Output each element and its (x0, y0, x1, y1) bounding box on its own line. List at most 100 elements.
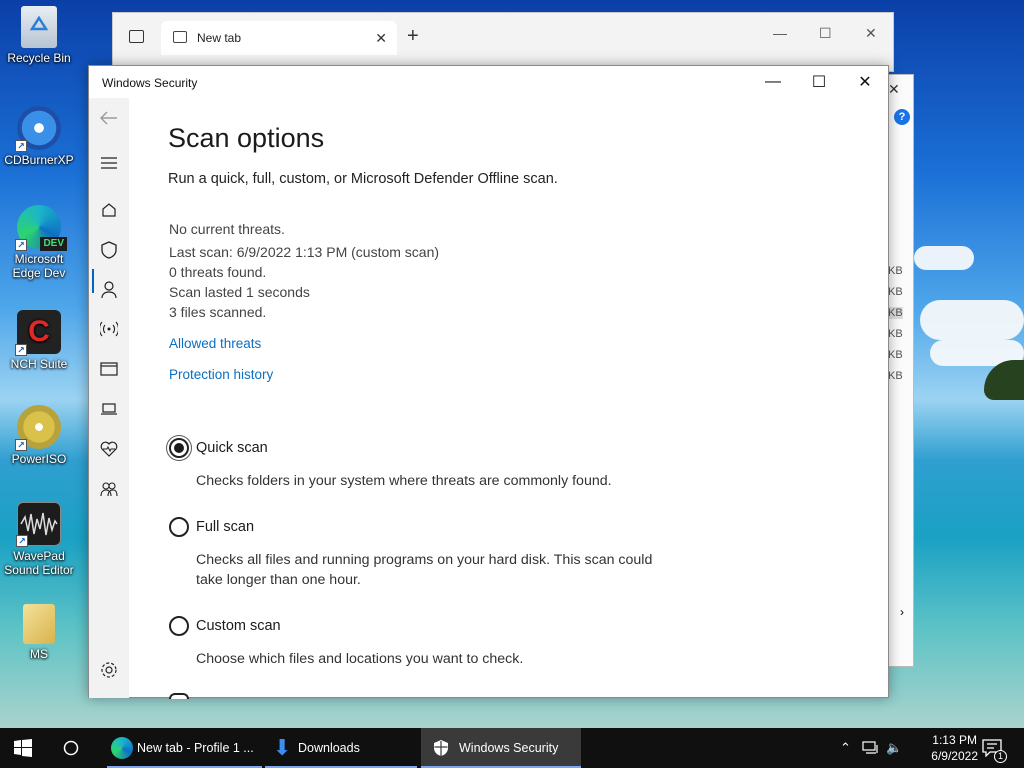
nch-suite-icon: C ↗ (15, 310, 61, 356)
window-title: Windows Security (102, 76, 198, 90)
allowed-threats-link[interactable]: Allowed threats (169, 336, 261, 351)
close-button[interactable]: ✕ (842, 66, 888, 98)
full-scan-radio[interactable] (169, 517, 189, 537)
quick-scan-radio[interactable] (169, 438, 189, 458)
volume-icon[interactable]: 🔈 (886, 728, 902, 768)
account-icon (101, 281, 117, 299)
sidebar (89, 98, 129, 698)
size-unit: KB (888, 349, 903, 361)
quick-scan-label[interactable]: Quick scan (196, 440, 268, 456)
taskbar: New tab - Profile 1 ... ⬇ Downloads Wind… (0, 728, 1024, 768)
island (984, 360, 1024, 400)
menu-icon (101, 157, 117, 169)
device-security-icon (101, 403, 117, 415)
desktop-icon-poweriso[interactable]: ↗ PowerISO (2, 405, 76, 466)
firewall-icon (100, 321, 118, 337)
task-label: Downloads (298, 741, 360, 755)
main-content: Scan options Run a quick, full, custom, … (168, 98, 868, 699)
family-icon (100, 482, 118, 497)
dev-badge: DEV (40, 237, 67, 251)
size-unit: KB (888, 307, 903, 319)
size-unit: KB (888, 286, 903, 298)
title-bar[interactable]: Windows Security — ☐ ✕ (89, 66, 888, 98)
desktop-icon-label: Recycle Bin (7, 51, 71, 65)
taskbar-task-edge[interactable]: New tab - Profile 1 ... (107, 728, 262, 768)
taskbar-task-windows-security[interactable]: Windows Security (421, 728, 581, 768)
desktop-icon-label: CDBurnerXP (4, 153, 74, 167)
maximize-icon[interactable]: ☐ (819, 25, 832, 42)
menu-button[interactable] (89, 148, 129, 178)
sidebar-item-app-browser[interactable] (89, 354, 129, 384)
health-icon (100, 441, 118, 457)
edge-dev-icon: DEV ↗ (15, 205, 67, 251)
status-line: No current threats. (169, 221, 285, 237)
windows-security-window[interactable]: Windows Security — ☐ ✕ Scan options Run … (88, 65, 889, 699)
windows-logo-icon (14, 739, 32, 757)
custom-scan-radio[interactable] (169, 616, 189, 636)
search-icon (63, 740, 79, 756)
full-scan-label[interactable]: Full scan (196, 519, 254, 535)
help-icon[interactable]: ? (894, 109, 910, 125)
notification-count: 1 (994, 750, 1007, 763)
offline-scan-radio[interactable] (169, 693, 189, 699)
clock-time: 1:13 PM (932, 733, 977, 747)
page-title: Scan options (168, 123, 325, 153)
shield-icon (101, 241, 117, 259)
app-browser-icon (100, 362, 118, 376)
back-icon (100, 111, 117, 125)
minimize-icon[interactable]: — (773, 25, 787, 41)
clock[interactable]: 1:13 PM 6/9/2022 (931, 732, 978, 764)
back-button[interactable] (89, 103, 129, 133)
taskbar-task-downloads[interactable]: ⬇ Downloads (265, 728, 417, 768)
home-icon (102, 203, 116, 217)
shield-icon (434, 740, 448, 756)
close-icon[interactable]: ✕ (888, 81, 900, 98)
sidebar-item-virus-protection[interactable] (89, 235, 129, 265)
search-button[interactable] (63, 728, 79, 768)
edge-dev-icon (111, 737, 133, 759)
protection-history-link[interactable]: Protection history (169, 367, 273, 382)
size-unit: KB (888, 265, 903, 277)
custom-scan-label[interactable]: Custom scan (196, 618, 281, 634)
notification-button[interactable]: 1 (982, 728, 1007, 768)
sidebar-item-device-health[interactable] (89, 434, 129, 464)
size-unit: KB (888, 370, 903, 382)
quick-scan-description: Checks folders in your system where thre… (196, 473, 612, 489)
desktop-icon-ms[interactable]: MS (2, 604, 76, 661)
browser-tab-label: New tab (197, 31, 242, 45)
maximize-button[interactable]: ☐ (796, 66, 842, 98)
sidebar-item-family[interactable] (89, 474, 129, 504)
desktop-icon-label: PowerISO (11, 452, 67, 466)
sidebar-item-device-security[interactable] (89, 394, 129, 424)
browser-window[interactable]: New tab ✕ + — ☐ ✕ (112, 12, 894, 72)
desktop-icon-label: NCH Suite (10, 357, 68, 371)
desktop-icon-nch-suite[interactable]: C ↗ NCH Suite (2, 310, 76, 371)
scroll-right-icon[interactable]: › (900, 605, 904, 619)
status-line: 3 files scanned. (169, 304, 267, 320)
size-unit: KB (888, 328, 903, 340)
status-line: Scan lasted 1 seconds (169, 284, 310, 300)
desktop-icon-edge-dev[interactable]: DEV ↗ Microsoft Edge Dev (2, 205, 76, 280)
new-tab-button[interactable]: + (407, 25, 419, 48)
task-label: Windows Security (459, 741, 559, 755)
status-line: Last scan: 6/9/2022 1:13 PM (custom scan… (169, 244, 440, 260)
poweriso-icon: ↗ (15, 405, 61, 451)
close-tab-icon[interactable]: ✕ (375, 30, 387, 47)
network-icon[interactable] (862, 728, 880, 768)
sidebar-item-firewall[interactable] (89, 314, 129, 344)
tab-actions-icon[interactable] (129, 30, 144, 43)
tray-chevron-icon[interactable]: ⌃ (840, 728, 851, 768)
sidebar-item-home[interactable] (89, 195, 129, 225)
close-icon[interactable]: ✕ (865, 25, 877, 42)
start-button[interactable] (14, 728, 32, 768)
desktop-icon-wavepad[interactable]: ↗ WavePad Sound Editor (2, 502, 76, 577)
desktop-icon-cdburnerxp[interactable]: ↗ CDBurnerXP (2, 106, 76, 167)
sidebar-item-account[interactable] (89, 275, 129, 305)
cloud (920, 300, 1024, 340)
minimize-button[interactable]: — (750, 66, 796, 98)
wavepad-icon: ↗ (16, 502, 61, 547)
settings-button[interactable] (89, 655, 129, 685)
browser-tab[interactable]: New tab ✕ (161, 21, 397, 55)
desktop-icon-recycle-bin[interactable]: Recycle Bin (2, 6, 76, 65)
folder-icon (23, 604, 55, 644)
